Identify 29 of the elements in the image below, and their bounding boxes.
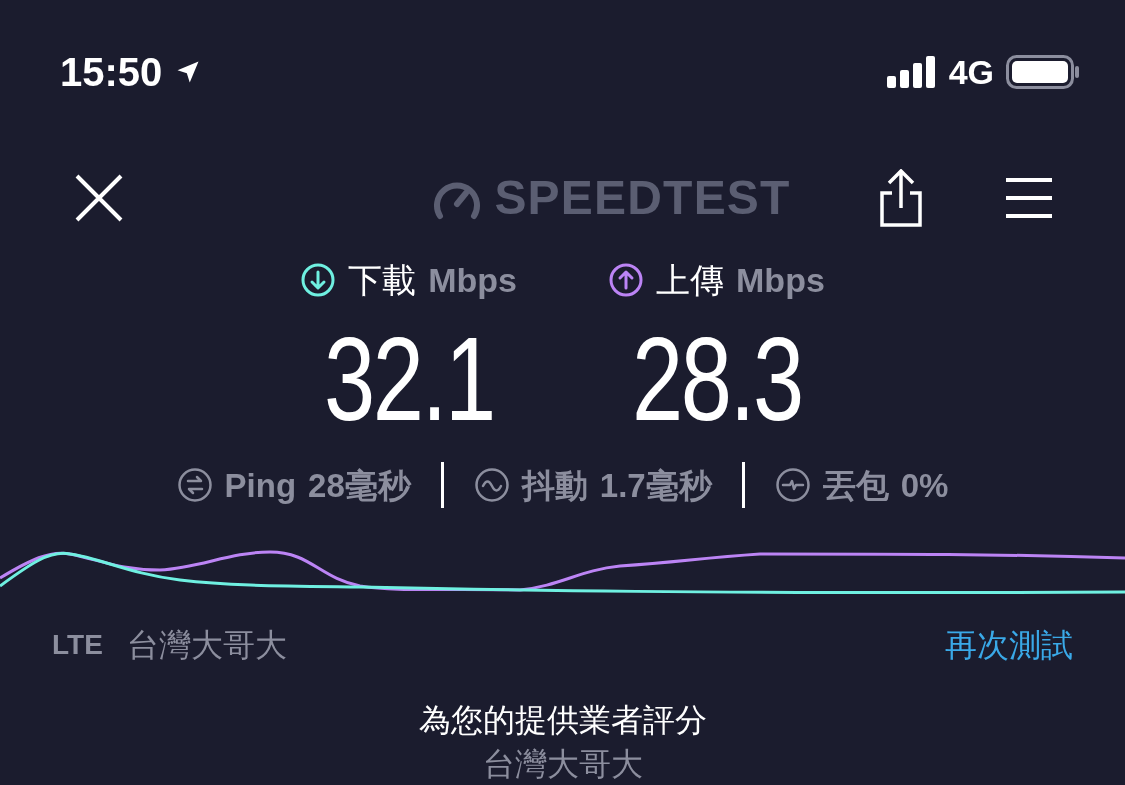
status-time: 15:50 <box>60 52 163 92</box>
metric-label: 丟包 <box>822 468 889 502</box>
result-label: 下載 <box>348 263 417 297</box>
connection-type: LTE <box>52 631 103 659</box>
speed-value: 28.3 <box>631 320 802 438</box>
retest-link[interactable]: 再次測試 <box>945 629 1073 661</box>
close-icon <box>74 173 124 223</box>
arrows-icon <box>176 467 213 503</box>
metric-value: 0% <box>900 468 949 502</box>
result-unit: Mbps <box>736 263 825 297</box>
provider-name: 台灣大哥大 <box>482 748 643 780</box>
pulse-icon <box>774 467 811 503</box>
metric-label: 抖動 <box>521 468 588 502</box>
metric-value: 28毫秒 <box>308 468 411 502</box>
battery-icon <box>1006 55 1080 89</box>
share-icon <box>879 169 923 227</box>
signal-icon <box>886 56 937 88</box>
share-button[interactable] <box>877 168 925 228</box>
app-logo: SPEEDTEST <box>494 174 791 222</box>
result-label: 上傳 <box>656 263 725 297</box>
speed-value: 32.1 <box>323 320 494 438</box>
result-unit: Mbps <box>428 263 517 297</box>
wave-icon <box>473 467 510 503</box>
metric-label: Ping <box>224 468 297 502</box>
network-type: 4G <box>948 55 994 89</box>
menu-icon <box>1006 176 1052 220</box>
metric-value: 1.7毫秒 <box>599 468 712 502</box>
rating-title: 為您的提供業者評分 <box>418 704 707 736</box>
carrier-name: 台灣大哥大 <box>126 629 287 661</box>
